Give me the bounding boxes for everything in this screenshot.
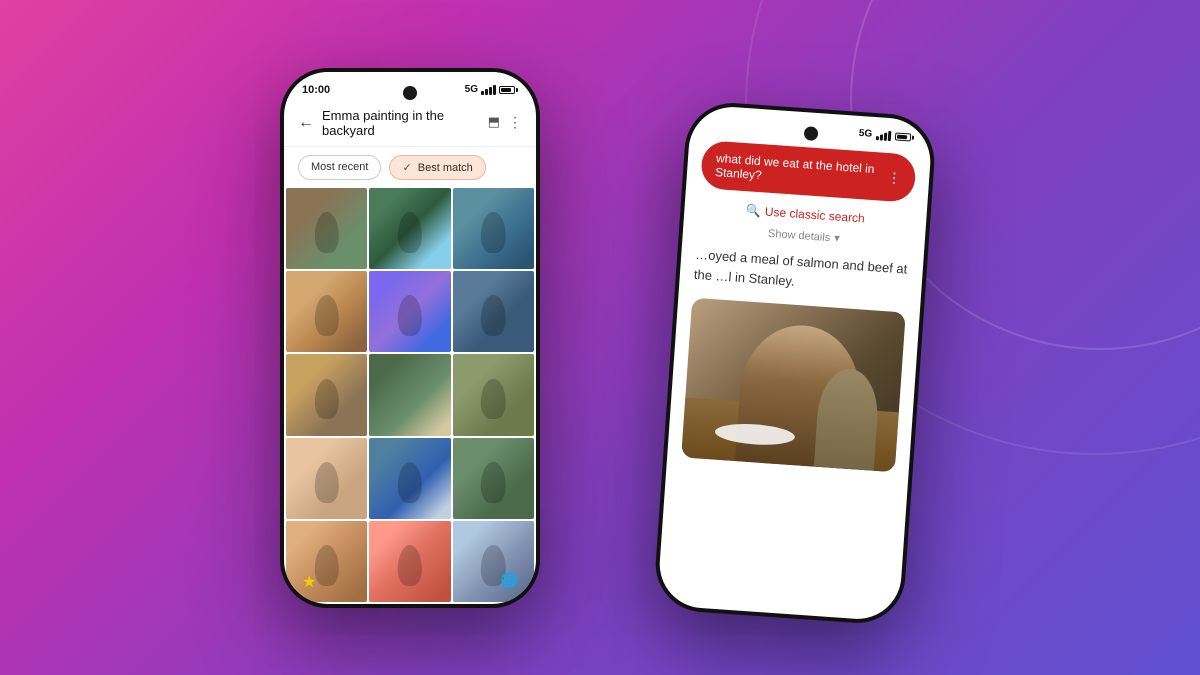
search-icon-small: 🔍	[746, 203, 762, 218]
filter-most-recent-label: Most recent	[311, 161, 368, 173]
ai-search-bar[interactable]: what did we eat at the hotel in Stanley?…	[700, 140, 917, 203]
photo-cell-5[interactable]	[369, 271, 450, 352]
battery-tip-r	[912, 135, 914, 139]
filter-most-recent[interactable]: Most recent	[298, 155, 381, 180]
result-text-content: …oyed a meal of salmon and beef at the ……	[693, 246, 907, 287]
signal-label-right: 5G	[858, 127, 872, 139]
search-query-text: Emma painting in the backyard	[322, 108, 480, 138]
back-button[interactable]: ←	[298, 114, 314, 132]
photo-grid	[284, 188, 536, 604]
star-icon: ★	[302, 572, 316, 592]
checkmark-icon: ✓	[402, 162, 414, 174]
photo-cell-2[interactable]	[369, 188, 450, 269]
ai-search-query: what did we eat at the hotel in Stanley?	[715, 151, 889, 191]
search-action-icons: ⬒ ⋮	[488, 114, 522, 131]
time-display: 10:00	[302, 84, 330, 96]
photo-cell-11[interactable]	[369, 438, 450, 519]
phone-right-camera	[804, 126, 819, 141]
photo-cell-8[interactable]	[369, 354, 450, 435]
battery-tip	[516, 88, 518, 92]
ai-search-menu-icon[interactable]: ⋮	[887, 168, 902, 186]
status-icons-left: 5G	[465, 84, 518, 95]
photo-cell-9[interactable]	[453, 354, 534, 435]
phone-left-screen: 10:00 5G	[284, 72, 536, 604]
phone-bottom-icons: ★ 🌐	[284, 572, 536, 592]
signal-bar-4	[493, 85, 496, 95]
photo-cell-4[interactable]	[286, 271, 367, 352]
battery-right	[895, 131, 915, 140]
globe-icon: 🌐	[501, 572, 518, 592]
battery-fill-r	[897, 134, 907, 139]
battery-body	[499, 86, 515, 94]
signal-label: 5G	[465, 84, 478, 95]
filter-best-match[interactable]: ✓ Best match	[389, 155, 485, 180]
signal-bars-left	[481, 85, 496, 95]
show-details-label: Show details	[768, 227, 831, 243]
cast-icon[interactable]: ⬒	[488, 114, 500, 131]
signal-bar-1	[481, 91, 484, 95]
chevron-down-icon: ▾	[834, 231, 840, 244]
photo-cell-1[interactable]	[286, 188, 367, 269]
photo-cell-12[interactable]	[453, 438, 534, 519]
signal-bars-right	[876, 129, 892, 140]
photo-cell-3[interactable]	[453, 188, 534, 269]
classic-search-label: Use classic search	[764, 204, 865, 225]
signal-bar-3	[489, 87, 492, 95]
search-bar-left[interactable]: ← Emma painting in the backyard ⬒ ⋮	[284, 100, 536, 147]
photo-cell-6[interactable]	[453, 271, 534, 352]
filter-chips: Most recent ✓ Best match	[284, 147, 536, 188]
phone-left-camera	[403, 86, 417, 100]
r-signal-bar-3	[884, 132, 888, 140]
r-signal-bar-1	[876, 135, 879, 139]
filter-best-match-label: Best match	[418, 162, 473, 174]
result-photo[interactable]	[681, 297, 906, 472]
r-signal-bar-2	[880, 133, 883, 139]
more-options-icon[interactable]: ⋮	[508, 114, 522, 131]
battery-left	[499, 86, 518, 94]
r-signal-bar-4	[888, 130, 892, 140]
battery-body-r	[895, 131, 912, 140]
photo-cell-10[interactable]	[286, 438, 367, 519]
phone-left: 10:00 5G	[280, 68, 540, 608]
phone-right-screen: 5G what did we eat at the hotel in Stanl…	[657, 104, 933, 622]
phone-right: 5G what did we eat at the hotel in Stanl…	[653, 99, 938, 625]
photo-cell-7[interactable]	[286, 354, 367, 435]
signal-bar-2	[485, 89, 488, 95]
phones-container: 10:00 5G	[250, 48, 950, 628]
battery-fill	[501, 88, 511, 92]
